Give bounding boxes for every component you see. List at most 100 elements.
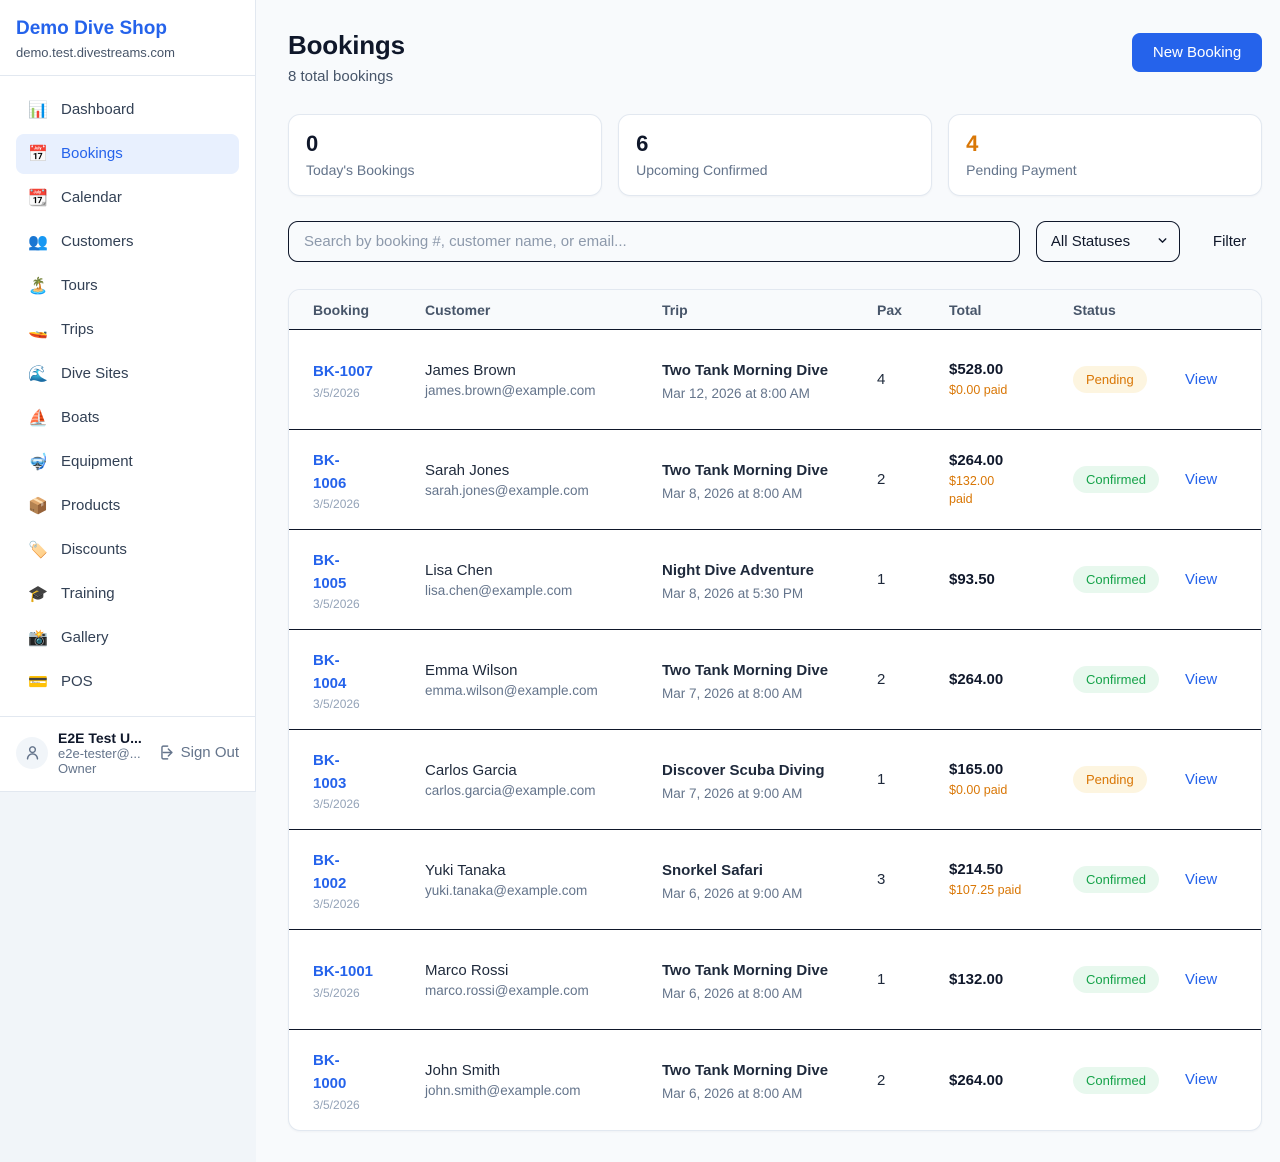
booking-date: 3/5/2026 (313, 697, 405, 711)
calendar-icon: 📅 (28, 144, 48, 163)
booking-id-link[interactable]: BK-1006 (313, 449, 357, 496)
sidebar-item-dive-sites[interactable]: 🌊 Dive Sites (16, 354, 239, 394)
total-cell: $165.00 $0.00 paid (949, 761, 1073, 799)
sidebar-item-gallery[interactable]: 📸 Gallery (16, 618, 239, 658)
sidebar-item-calendar[interactable]: 📆 Calendar (16, 178, 239, 218)
booking-date: 3/5/2026 (313, 597, 405, 611)
sidebar-item-equipment[interactable]: 🤿 Equipment (16, 442, 239, 482)
trip-datetime: Mar 8, 2026 at 8:00 AM (662, 486, 857, 501)
stat-label: Pending Payment (966, 162, 1244, 178)
trip-name: Two Tank Morning Dive (662, 659, 830, 683)
customer-name: Marco Rossi (425, 962, 642, 979)
people-icon: 👥 (28, 232, 48, 251)
actions-cell: View (1185, 871, 1237, 889)
stat-card: 6 Upcoming Confirmed (618, 114, 932, 196)
booking-date: 3/5/2026 (313, 386, 405, 400)
customer-cell: Sarah Jones sarah.jones@example.com (425, 462, 662, 498)
brand: Demo Dive Shop demo.test.divestreams.com (0, 0, 255, 76)
view-link[interactable]: View (1185, 1071, 1217, 1088)
sidebar-item-products[interactable]: 📦 Products (16, 486, 239, 526)
pax-cell: 1 (877, 971, 949, 988)
view-link[interactable]: View (1185, 771, 1217, 788)
table-row: BK-1003 3/5/2026 Carlos Garcia carlos.ga… (289, 730, 1261, 830)
sidebar-item-pos[interactable]: 💳 POS (16, 662, 239, 702)
shop-name: Demo Dive Shop (16, 17, 239, 41)
total-amount: $264.00 (949, 452, 1053, 469)
view-link[interactable]: View (1185, 871, 1217, 888)
booking-date: 3/5/2026 (313, 497, 405, 511)
customer-name: Emma Wilson (425, 662, 642, 679)
customer-name: Sarah Jones (425, 462, 642, 479)
trip-datetime: Mar 6, 2026 at 8:00 AM (662, 1086, 857, 1101)
sidebar-item-tours[interactable]: 🏝️ Tours (16, 266, 239, 306)
sidebar-item-boats[interactable]: ⛵ Boats (16, 398, 239, 438)
trip-name: Discover Scuba Diving (662, 759, 830, 783)
diving-mask-icon: 🤿 (28, 452, 48, 471)
trip-cell: Night Dive Adventure Mar 8, 2026 at 5:30… (662, 559, 877, 601)
booking-id-link[interactable]: BK-1001 (313, 960, 373, 983)
view-link[interactable]: View (1185, 971, 1217, 988)
view-link[interactable]: View (1185, 371, 1217, 388)
status-badge: Pending (1073, 766, 1147, 793)
booking-id-link[interactable]: BK-1004 (313, 649, 357, 696)
total-amount: $165.00 (949, 761, 1053, 778)
status-cell: Pending (1073, 766, 1185, 793)
view-link[interactable]: View (1185, 471, 1217, 488)
trip-cell: Snorkel Safari Mar 6, 2026 at 9:00 AM (662, 859, 877, 901)
actions-cell: View (1185, 1071, 1237, 1089)
actions-cell: View (1185, 971, 1237, 989)
booking-cell: BK-1004 3/5/2026 (313, 649, 425, 712)
filter-button[interactable]: Filter (1213, 233, 1246, 250)
stat-label: Today's Bookings (306, 162, 584, 178)
status-cell: Confirmed (1073, 1067, 1185, 1094)
view-link[interactable]: View (1185, 571, 1217, 588)
page-title: Bookings (288, 30, 405, 61)
new-booking-button[interactable]: New Booking (1132, 33, 1262, 72)
user-name: E2E Test U... (58, 730, 147, 746)
pax-cell: 4 (877, 371, 949, 388)
trip-name: Two Tank Morning Dive (662, 959, 830, 983)
table-row: BK-1006 3/5/2026 Sarah Jones sarah.jones… (289, 430, 1261, 530)
booking-id-link[interactable]: BK-1003 (313, 749, 357, 796)
sidebar-item-training[interactable]: 🎓 Training (16, 574, 239, 614)
sidebar-item-discounts[interactable]: 🏷️ Discounts (16, 530, 239, 570)
table-header-row: Booking Customer Trip Pax Total Status (289, 290, 1261, 330)
trip-cell: Two Tank Morning Dive Mar 6, 2026 at 8:0… (662, 1059, 877, 1101)
trip-name: Snorkel Safari (662, 859, 830, 883)
status-cell: Confirmed (1073, 566, 1185, 593)
booking-cell: BK-1007 3/5/2026 (313, 360, 425, 399)
log-out-icon (157, 744, 174, 761)
booking-id-link[interactable]: BK-1002 (313, 849, 357, 896)
wave-icon: 🌊 (28, 364, 48, 383)
sidebar-nav: 📊 Dashboard 📅 Bookings 📆 Calendar 👥 Cust… (0, 76, 255, 716)
table-row: BK-1004 3/5/2026 Emma Wilson emma.wilson… (289, 630, 1261, 730)
bookings-table: Booking Customer Trip Pax Total Status B… (288, 289, 1262, 1131)
status-badge: Confirmed (1073, 966, 1159, 993)
status-filter-select[interactable]: All Statuses (1036, 221, 1180, 262)
total-cell: $264.00 (949, 671, 1073, 688)
booking-id-link[interactable]: BK-1005 (313, 549, 357, 596)
booking-date: 3/5/2026 (313, 897, 405, 911)
total-cell: $132.00 (949, 971, 1073, 988)
booking-cell: BK-1005 3/5/2026 (313, 549, 425, 612)
actions-cell: View (1185, 771, 1237, 789)
user-box: E2E Test U... e2e-tester@... Owner Sign … (0, 716, 255, 791)
sidebar-item-customers[interactable]: 👥 Customers (16, 222, 239, 262)
sidebar-item-dashboard[interactable]: 📊 Dashboard (16, 90, 239, 130)
total-cell: $264.00 $132.00 paid (949, 452, 1073, 508)
booking-id-link[interactable]: BK-1000 (313, 1049, 357, 1096)
pax-cell: 1 (877, 571, 949, 588)
sidebar-item-bookings[interactable]: 📅 Bookings (16, 134, 239, 174)
stat-value: 4 (966, 131, 1244, 157)
trip-cell: Discover Scuba Diving Mar 7, 2026 at 9:0… (662, 759, 877, 801)
sign-out-button[interactable]: Sign Out (157, 744, 239, 761)
booking-id-link[interactable]: BK-1007 (313, 360, 373, 383)
total-amount: $264.00 (949, 671, 1053, 688)
search-input[interactable] (288, 221, 1020, 262)
sidebar-item-trips[interactable]: 🚤 Trips (16, 310, 239, 350)
pax-cell: 2 (877, 671, 949, 688)
total-cell: $214.50 $107.25 paid (949, 861, 1073, 899)
graduation-cap-icon: 🎓 (28, 584, 48, 603)
view-link[interactable]: View (1185, 671, 1217, 688)
col-header-customer: Customer (425, 302, 662, 318)
